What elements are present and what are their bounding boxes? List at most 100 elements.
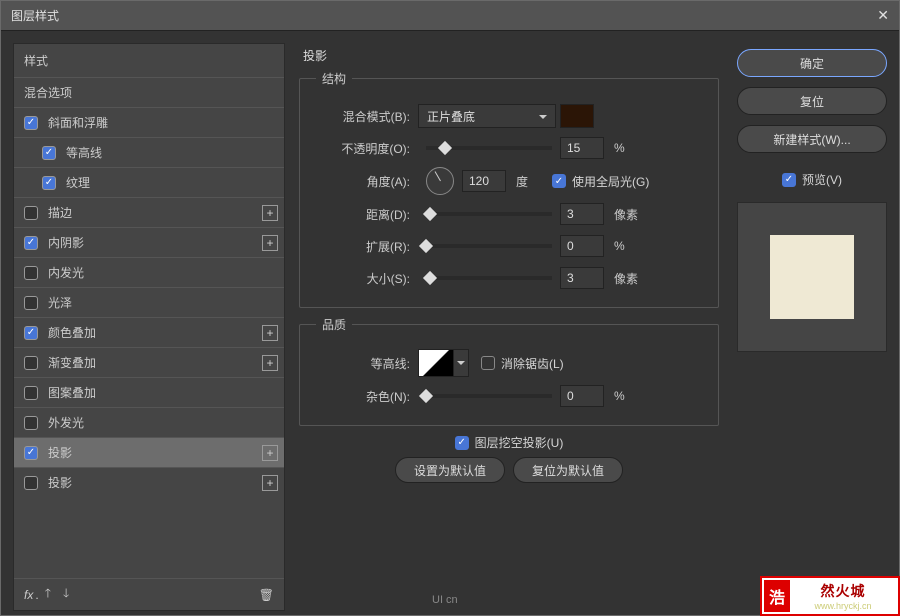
effect-checkbox[interactable] xyxy=(42,146,56,160)
effect-label: 光泽 xyxy=(48,294,278,311)
watermark-url: www.hryckj.cn xyxy=(790,601,896,611)
anti-alias-label: 消除锯齿(L) xyxy=(501,355,564,372)
effect-label: 颜色叠加 xyxy=(48,324,262,341)
structure-legend: 结构 xyxy=(316,70,352,87)
effect-item[interactable]: 等高线 xyxy=(14,137,284,167)
plus-icon[interactable]: + xyxy=(262,205,278,221)
global-light-label: 使用全局光(G) xyxy=(572,173,649,190)
brand-watermark: UI cn xyxy=(432,594,458,606)
effect-checkbox[interactable] xyxy=(24,236,38,250)
settings-panel: 投影 结构 混合模式(B): 正片叠底 不透明度(O): 15 % 角度(A): xyxy=(295,43,727,611)
effect-label: 描边 xyxy=(48,204,262,221)
action-panel: 确定 复位 新建样式(W)... 预览(V) xyxy=(737,43,887,611)
size-label: 大小(S): xyxy=(312,270,410,287)
effect-checkbox[interactable] xyxy=(24,386,38,400)
effect-checkbox[interactable] xyxy=(42,176,56,190)
arrow-up-icon[interactable]: 🡑 xyxy=(45,584,51,605)
effect-item[interactable]: 内阴影+ xyxy=(14,227,284,257)
blending-options[interactable]: 混合选项 xyxy=(14,77,284,107)
anti-alias-checkbox[interactable] xyxy=(481,356,495,370)
effect-item[interactable]: 光泽 xyxy=(14,287,284,317)
effect-label: 渐变叠加 xyxy=(48,354,262,371)
quality-group: 品质 等高线: 消除锯齿(L) 杂色(N): 0 % xyxy=(299,316,719,426)
effect-item[interactable]: 渐变叠加+ xyxy=(14,347,284,377)
effect-item[interactable]: 纹理 xyxy=(14,167,284,197)
size-unit: 像素 xyxy=(614,270,650,287)
contour-preview[interactable] xyxy=(418,349,454,377)
distance-field[interactable]: 3 xyxy=(560,203,604,225)
plus-icon[interactable]: + xyxy=(262,235,278,251)
angle-label: 角度(A): xyxy=(312,173,410,190)
effect-label: 图案叠加 xyxy=(48,384,278,401)
contour-dropdown[interactable] xyxy=(453,349,469,377)
effect-label: 内发光 xyxy=(48,264,278,281)
distance-unit: 像素 xyxy=(614,206,650,223)
plus-icon[interactable]: + xyxy=(262,475,278,491)
noise-field[interactable]: 0 xyxy=(560,385,604,407)
effects-list: 斜面和浮雕等高线纹理描边+内阴影+内发光光泽颜色叠加+渐变叠加+图案叠加外发光投… xyxy=(14,107,284,578)
angle-dial[interactable] xyxy=(426,167,454,195)
effect-checkbox[interactable] xyxy=(24,116,38,130)
titlebar[interactable]: 图层样式 ✕ xyxy=(1,1,899,31)
section-title: 投影 xyxy=(299,47,719,64)
preview-checkbox[interactable] xyxy=(782,173,796,187)
angle-unit: 度 xyxy=(516,173,552,190)
distance-slider[interactable] xyxy=(426,212,552,216)
effect-item[interactable]: 斜面和浮雕 xyxy=(14,107,284,137)
opacity-unit: % xyxy=(614,141,650,155)
styles-panel: 样式 混合选项 斜面和浮雕等高线纹理描边+内阴影+内发光光泽颜色叠加+渐变叠加+… xyxy=(13,43,285,611)
noise-label: 杂色(N): xyxy=(312,388,410,405)
effect-checkbox[interactable] xyxy=(24,206,38,220)
effect-checkbox[interactable] xyxy=(24,446,38,460)
make-default-button[interactable]: 设置为默认值 xyxy=(395,457,505,483)
opacity-label: 不透明度(O): xyxy=(312,140,410,157)
blend-mode-dropdown[interactable]: 正片叠底 xyxy=(418,104,556,128)
size-field[interactable]: 3 xyxy=(560,267,604,289)
spread-label: 扩展(R): xyxy=(312,238,410,255)
structure-group: 结构 混合模式(B): 正片叠底 不透明度(O): 15 % 角度(A): 12… xyxy=(299,70,719,308)
trash-icon[interactable]: 🗑 xyxy=(259,588,274,602)
reset-default-button[interactable]: 复位为默认值 xyxy=(513,457,623,483)
effect-item[interactable]: 描边+ xyxy=(14,197,284,227)
effect-checkbox[interactable] xyxy=(24,356,38,370)
effect-checkbox[interactable] xyxy=(24,326,38,340)
plus-icon[interactable]: + xyxy=(262,355,278,371)
effect-item[interactable]: 颜色叠加+ xyxy=(14,317,284,347)
arrow-down-icon[interactable]: 🡓 xyxy=(63,584,69,605)
dialog-body: 样式 混合选项 斜面和浮雕等高线纹理描边+内阴影+内发光光泽颜色叠加+渐变叠加+… xyxy=(1,31,899,615)
knockout-checkbox[interactable] xyxy=(455,436,469,450)
plus-icon[interactable]: + xyxy=(262,445,278,461)
spread-slider[interactable] xyxy=(426,244,552,248)
fx-icon[interactable]: fx xyxy=(24,588,33,602)
effect-item[interactable]: 投影+ xyxy=(14,437,284,467)
size-slider[interactable] xyxy=(426,276,552,280)
effect-label: 投影 xyxy=(48,474,262,491)
effect-label: 纹理 xyxy=(66,174,278,191)
effect-label: 内阴影 xyxy=(48,234,262,251)
effect-checkbox[interactable] xyxy=(24,416,38,430)
effect-checkbox[interactable] xyxy=(24,296,38,310)
noise-slider[interactable] xyxy=(426,394,552,398)
spread-field[interactable]: 0 xyxy=(560,235,604,257)
shadow-color-swatch[interactable] xyxy=(560,104,594,128)
new-style-button[interactable]: 新建样式(W)... xyxy=(737,125,887,153)
preview-swatch xyxy=(770,235,854,319)
effect-item[interactable]: 图案叠加 xyxy=(14,377,284,407)
plus-icon[interactable]: + xyxy=(262,325,278,341)
close-icon[interactable]: ✕ xyxy=(877,7,889,24)
opacity-field[interactable]: 15 xyxy=(560,137,604,159)
global-light-checkbox[interactable] xyxy=(552,174,566,188)
effect-label: 外发光 xyxy=(48,414,278,431)
ok-button[interactable]: 确定 xyxy=(737,49,887,77)
angle-field[interactable]: 120 xyxy=(462,170,506,192)
contour-label: 等高线: xyxy=(312,355,410,372)
cancel-button[interactable]: 复位 xyxy=(737,87,887,115)
opacity-slider[interactable] xyxy=(426,146,552,150)
effect-item[interactable]: 投影+ xyxy=(14,467,284,497)
effect-checkbox[interactable] xyxy=(24,476,38,490)
effect-item[interactable]: 内发光 xyxy=(14,257,284,287)
effect-checkbox[interactable] xyxy=(24,266,38,280)
styles-header[interactable]: 样式 xyxy=(14,44,284,77)
preview-label: 预览(V) xyxy=(802,171,842,188)
effect-item[interactable]: 外发光 xyxy=(14,407,284,437)
